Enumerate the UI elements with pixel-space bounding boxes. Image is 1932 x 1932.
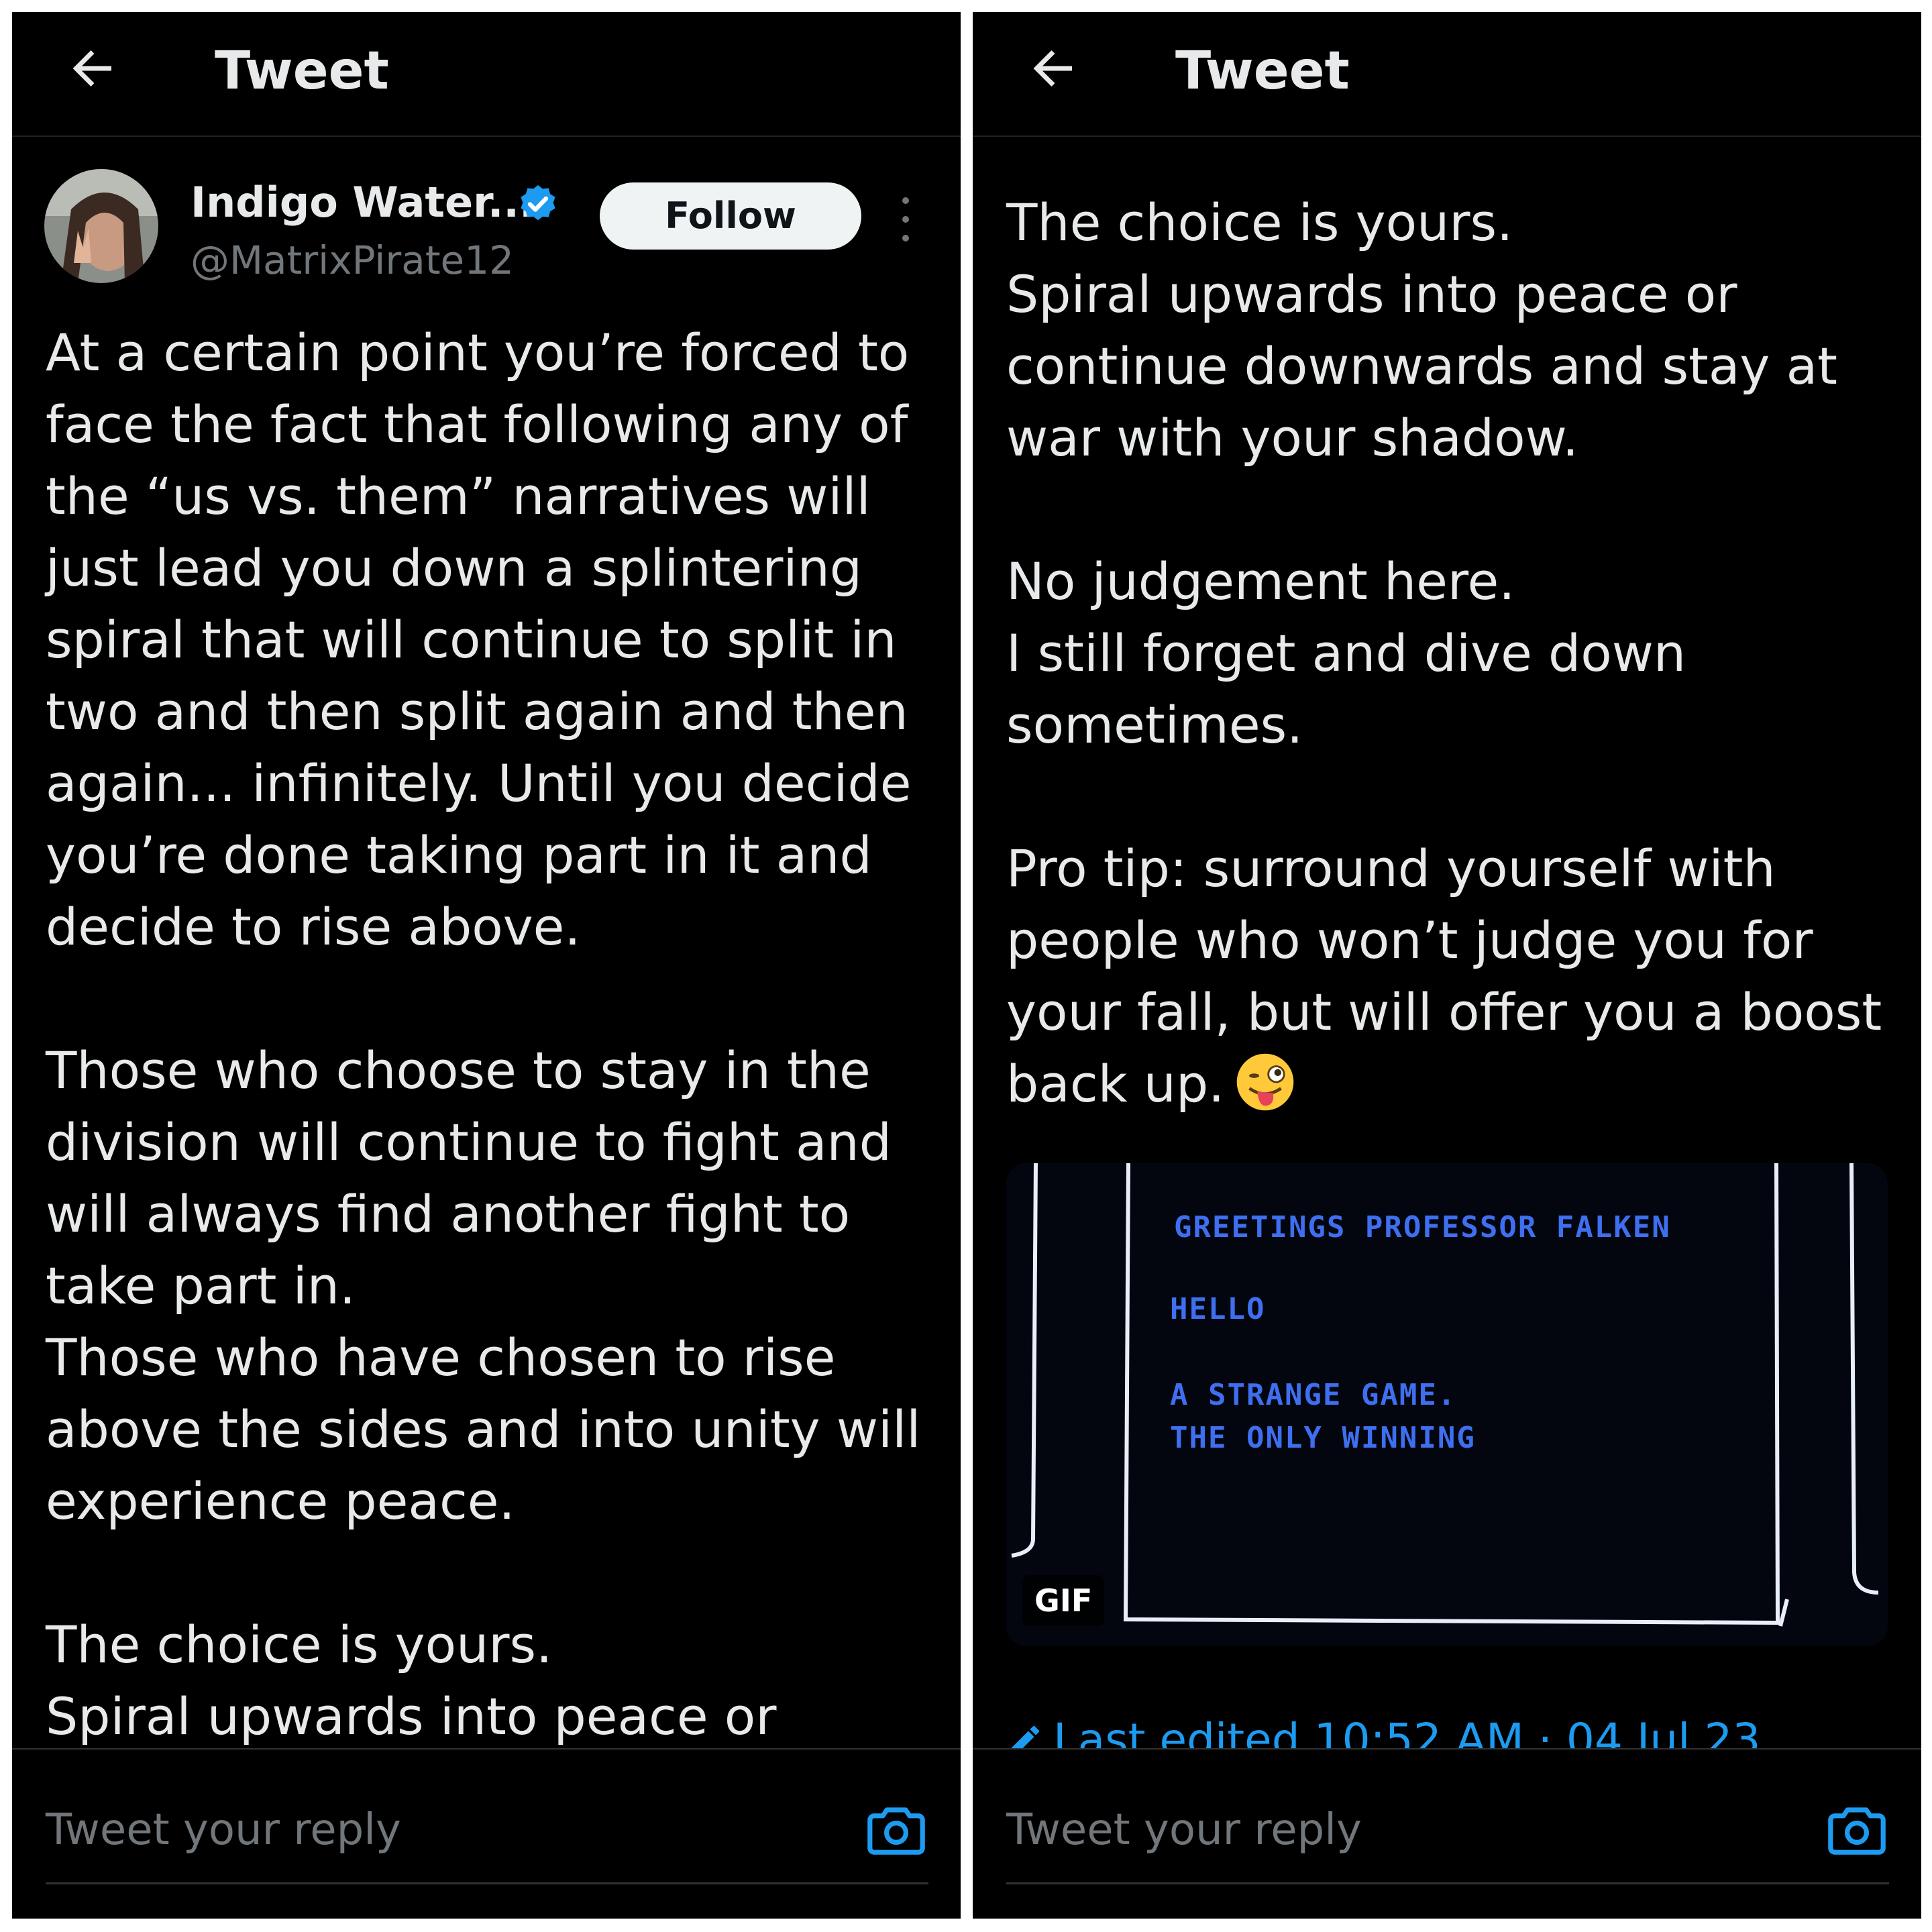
tweet-line: will always find another fight to <box>46 1184 851 1244</box>
tweet-line: division will continue to fight and <box>46 1112 892 1172</box>
verified-badge-icon <box>521 185 555 221</box>
tweet-line: above the sides and into unity will <box>46 1399 921 1459</box>
page-title: Tweet <box>1175 41 1350 101</box>
tweet-line: Spiral upwards into peace or <box>1006 264 1737 324</box>
winking-face-with-tongue-emoji <box>1237 1053 1294 1111</box>
reply-composer: Tweet your reply <box>12 1748 961 1919</box>
reply-composer: Tweet your reply <box>973 1748 1921 1919</box>
gif-text-line: GREETINGS PROFESSOR FALKEN <box>1174 1210 1671 1244</box>
tweet-line: just lead you down a splintering <box>46 538 863 598</box>
camera-icon[interactable] <box>864 1798 928 1862</box>
tweet-line: the “us vs. them” narratives will <box>46 466 871 526</box>
gif-text-line: A STRANGE GAME. <box>1170 1378 1457 1412</box>
tweet-line: face the fact that following any of <box>46 394 908 454</box>
page-title: Tweet <box>215 41 389 101</box>
tweet-line: Those who have chosen to rise <box>46 1328 836 1387</box>
tweet-line: experience peace. <box>46 1471 515 1531</box>
reply-input[interactable]: Tweet your reply <box>46 1803 401 1857</box>
tweet-line: Those who choose to stay in the <box>46 1040 871 1100</box>
gif-badge: GIF <box>1022 1575 1105 1626</box>
tweet-line: back up. <box>1006 1054 1225 1114</box>
tweet-line-with-emoji: back up. <box>1006 1048 1905 1120</box>
tweet-body: At a certain point you’re forced to face… <box>46 317 945 1752</box>
author-handle[interactable]: @MatrixPirate12 <box>191 235 514 286</box>
camera-icon[interactable] <box>1825 1798 1889 1862</box>
tweet-line: sometimes. <box>1006 695 1303 755</box>
tweet-line: decide to rise above. <box>46 897 581 957</box>
arrow-left-icon[interactable] <box>1025 40 1081 97</box>
tweet-line: take part in. <box>46 1256 356 1316</box>
top-bar: Tweet <box>973 12 1921 137</box>
tweet-line: continue downwards and stay at <box>1006 336 1837 396</box>
gif-text-line: THE ONLY WINNING <box>1170 1421 1476 1455</box>
gif-text-line: HELLO <box>1170 1292 1266 1326</box>
tweet-line: No judgement here. <box>1006 551 1515 611</box>
tweet-line: you’re done taking part in it and <box>46 825 872 885</box>
tweet-body: The choice is yours. Spiral upwards into… <box>1006 186 1905 1120</box>
arrow-left-icon[interactable] <box>64 40 121 97</box>
tweet-line: Pro tip: surround yourself with <box>1006 839 1776 898</box>
author-display-name[interactable]: Indigo Water... <box>191 176 535 229</box>
tweet-line: war with your shadow. <box>1006 408 1578 468</box>
tweet-line: two and then split again and then <box>46 682 908 741</box>
divider <box>46 1882 928 1884</box>
tweet-line: your fall, but will offer you a boost <box>1006 982 1882 1042</box>
tweet-line: Spiral upwards into peace or <box>46 1686 777 1746</box>
divider <box>1006 1882 1889 1884</box>
reply-input[interactable]: Tweet your reply <box>1006 1803 1362 1857</box>
tweet-line: The choice is yours. <box>1006 193 1513 252</box>
tweet-panel-left: Tweet Indigo Water... @MatrixPirate12 Fo… <box>12 12 961 1919</box>
tweet-line: spiral that will continue to split in <box>46 610 897 669</box>
avatar[interactable] <box>44 169 158 283</box>
tweet-panel-right: Tweet The choice is yours. Spiral upward… <box>973 12 1921 1919</box>
top-bar: Tweet <box>12 12 961 137</box>
tweet-line: people who won’t judge you for <box>1006 910 1813 970</box>
follow-button[interactable]: Follow <box>600 182 861 250</box>
tweet-line: again... infinitely. Until you decide <box>46 753 912 813</box>
tweet-line: At a certain point you’re forced to <box>46 323 910 382</box>
more-options-icon[interactable] <box>898 197 914 244</box>
gif-media[interactable]: GREETINGS PROFESSOR FALKEN HELLO A STRAN… <box>1006 1163 1888 1646</box>
tweet-line: I still forget and dive down <box>1006 623 1686 683</box>
tweet-line: The choice is yours. <box>46 1615 553 1674</box>
